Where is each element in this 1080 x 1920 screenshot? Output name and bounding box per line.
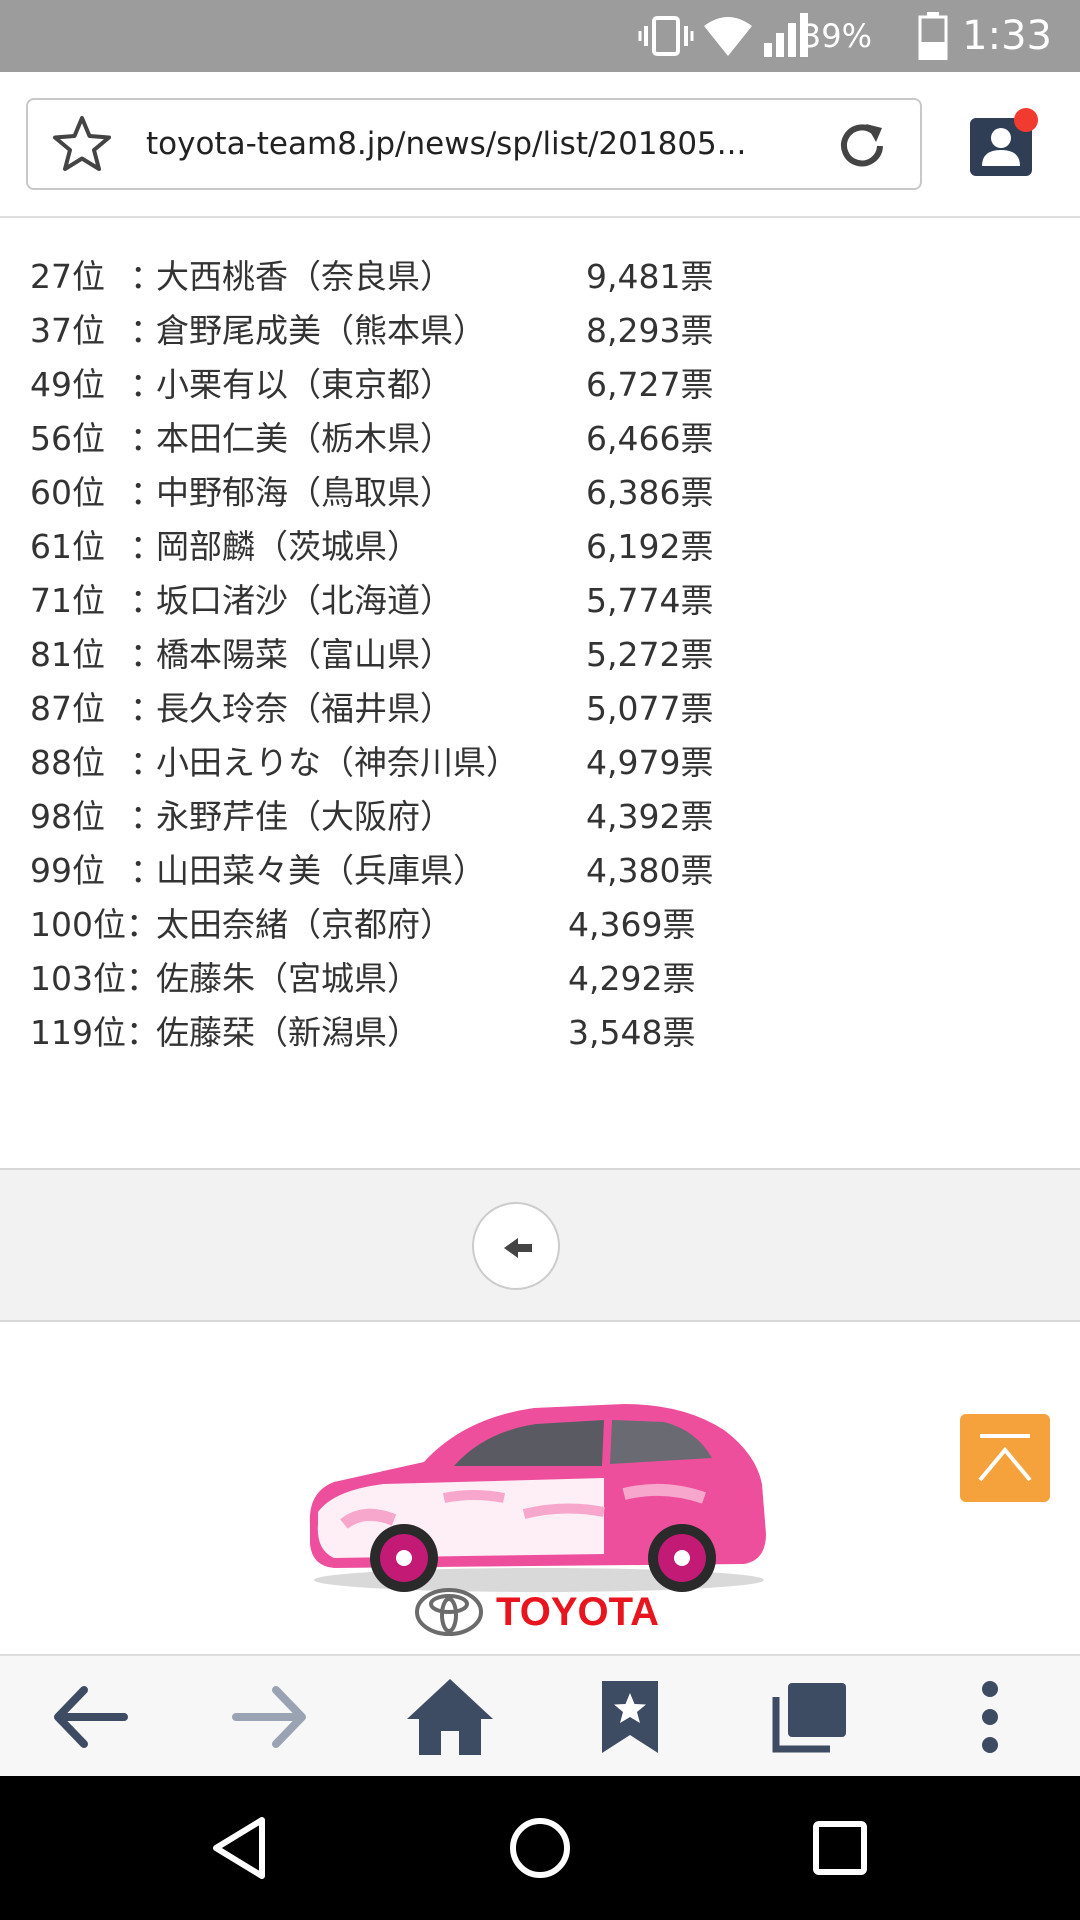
browser-toolbar	[0, 1654, 1080, 1776]
rank: 99位	[30, 851, 105, 890]
list-item: 100位 ： 太田奈緒（京都府） 4,369票	[0, 898, 1080, 952]
member-name: 小栗有以（東京都）	[156, 365, 453, 404]
member-name: 倉野尾成美（熊本県）	[156, 311, 486, 350]
star-icon[interactable]	[52, 114, 112, 174]
rank: 60位	[30, 473, 105, 512]
back-to-list-button[interactable]	[472, 1202, 560, 1290]
vote-count: 5,077票	[586, 689, 714, 728]
vote-count: 9,481票	[586, 257, 714, 296]
rank: 61位	[30, 527, 105, 566]
browser-url-bar: toyota-team8.jp/news/sp/list/201805...	[0, 72, 1080, 218]
member-name: 長久玲奈（福井県）	[156, 689, 453, 728]
home-icon[interactable]	[390, 1656, 510, 1778]
rank: 56位	[30, 419, 105, 458]
brand-name: TOYOTA	[496, 1589, 659, 1634]
rank: 103位	[30, 959, 126, 998]
back-icon[interactable]	[30, 1656, 150, 1778]
list-item: 99位 ： 山田菜々美（兵庫県） 4,380票	[0, 844, 1080, 898]
rank: 37位	[30, 311, 105, 350]
list-item: 103位 ： 佐藤朱（宮城県） 4,292票	[0, 952, 1080, 1006]
rank: 27位	[30, 257, 105, 296]
arrow-left-icon	[504, 1238, 532, 1258]
list-item: 56位 ： 本田仁美（栃木県） 6,466票	[0, 412, 1080, 466]
vote-count: 6,727票	[586, 365, 714, 404]
separator: ：	[126, 959, 159, 998]
tabs-icon[interactable]	[750, 1656, 870, 1778]
member-name: 橋本陽菜（富山県）	[156, 635, 453, 674]
address-bar[interactable]: toyota-team8.jp/news/sp/list/201805...	[26, 98, 922, 190]
battery-percent: 39%	[800, 17, 872, 55]
nav-recents-icon[interactable]	[770, 1776, 910, 1920]
ranking-list: 27位 ： 大西桃香（奈良県） 9,481票 37位 ： 倉野尾成美（熊本県） …	[0, 250, 1080, 1060]
rank: 81位	[30, 635, 105, 674]
member-name: 佐藤栞（新潟県）	[156, 1013, 420, 1052]
list-item: 98位 ： 永野芹佳（大阪府） 4,392票	[0, 790, 1080, 844]
member-name: 太田奈緒（京都府）	[156, 905, 453, 944]
vote-count: 4,380票	[586, 851, 714, 890]
member-name: 本田仁美（栃木県）	[156, 419, 453, 458]
car-illustration	[309, 1404, 766, 1592]
page-top-button[interactable]	[960, 1414, 1050, 1502]
list-item: 27位 ： 大西桃香（奈良県） 9,481票	[0, 250, 1080, 304]
nav-home-icon[interactable]	[470, 1776, 610, 1920]
toyota-logo: TOYOTA	[414, 1582, 684, 1642]
pager	[0, 1168, 1080, 1322]
rank: 71位	[30, 581, 105, 620]
footer: TOYOTA	[0, 1324, 1080, 1654]
rank: 87位	[30, 689, 105, 728]
list-item: 49位 ： 小栗有以（東京都） 6,727票	[0, 358, 1080, 412]
arrow-up-icon	[978, 1434, 1032, 1482]
list-item: 61位 ： 岡部麟（茨城県） 6,192票	[0, 520, 1080, 574]
reload-icon[interactable]	[834, 118, 890, 174]
battery-icon	[918, 0, 948, 72]
rank: 88位	[30, 743, 105, 782]
vote-count: 6,386票	[586, 473, 714, 512]
rank: 49位	[30, 365, 105, 404]
list-item: 81位 ： 橋本陽菜（富山県） 5,272票	[0, 628, 1080, 682]
more-icon[interactable]	[930, 1656, 1050, 1778]
vote-count: 4,369票	[568, 905, 696, 944]
vote-count: 6,466票	[586, 419, 714, 458]
list-item: 60位 ： 中野郁海（鳥取県） 6,386票	[0, 466, 1080, 520]
vote-count: 8,293票	[586, 311, 714, 350]
vote-count: 6,192票	[586, 527, 714, 566]
vote-count: 4,292票	[568, 959, 696, 998]
vote-count: 5,272票	[586, 635, 714, 674]
member-name: 永野芹佳（大阪府）	[156, 797, 453, 836]
status-clock: 1:33	[962, 13, 1052, 59]
member-name: 坂口渚沙（北海道）	[156, 581, 453, 620]
profile-icon[interactable]	[966, 108, 1038, 180]
vote-count: 4,392票	[586, 797, 714, 836]
rank: 98位	[30, 797, 105, 836]
list-item: 37位 ： 倉野尾成美（熊本県） 8,293票	[0, 304, 1080, 358]
forward-icon[interactable]	[210, 1656, 330, 1778]
list-item: 88位 ： 小田えりな（神奈川県） 4,979票	[0, 736, 1080, 790]
rank: 119位	[30, 1013, 126, 1052]
list-item: 87位 ： 長久玲奈（福井県） 5,077票	[0, 682, 1080, 736]
wifi-icon	[702, 0, 754, 72]
system-nav-bar	[0, 1776, 1080, 1920]
bookmark-icon[interactable]	[570, 1656, 690, 1778]
vibrate-icon	[638, 0, 694, 72]
status-bar: 39% 1:33	[0, 0, 1080, 72]
separator: ：	[126, 905, 159, 944]
member-name: 中野郁海（鳥取県）	[156, 473, 453, 512]
rank: 100位	[30, 905, 126, 944]
member-name: 小田えりな（神奈川県）	[156, 743, 519, 782]
vote-count: 4,979票	[586, 743, 714, 782]
list-item: 71位 ： 坂口渚沙（北海道） 5,774票	[0, 574, 1080, 628]
member-name: 山田菜々美（兵庫県）	[156, 851, 486, 890]
member-name: 大西桃香（奈良県）	[156, 257, 453, 296]
url-text[interactable]: toyota-team8.jp/news/sp/list/201805...	[146, 100, 806, 188]
list-item: 119位 ： 佐藤栞（新潟県） 3,548票	[0, 1006, 1080, 1060]
separator: ：	[126, 1013, 159, 1052]
nav-back-icon[interactable]	[170, 1776, 310, 1920]
member-name: 佐藤朱（宮城県）	[156, 959, 420, 998]
vote-count: 5,774票	[586, 581, 714, 620]
member-name: 岡部麟（茨城県）	[156, 527, 420, 566]
vote-count: 3,548票	[568, 1013, 696, 1052]
toyota-emblem-icon	[415, 1588, 483, 1636]
